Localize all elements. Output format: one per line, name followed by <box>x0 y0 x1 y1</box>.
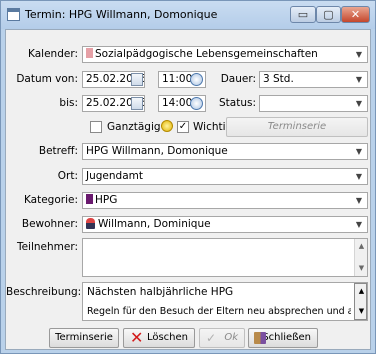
betreff-value: HPG Willmann, Domonique <box>86 145 228 157</box>
kategorie-select[interactable]: HPG ▼ <box>82 192 368 209</box>
kalender-color-swatch <box>86 48 93 58</box>
beschreibung-line-1: Nächsten halbjährliche HPG <box>87 286 234 298</box>
beschreibung-scrollbar[interactable]: ▲ ▼ <box>354 283 367 320</box>
clock-icon[interactable] <box>190 73 203 86</box>
ort-select[interactable]: Jugendamt ▼ <box>82 168 368 185</box>
datum-von-date-field[interactable]: 25.02.2016 <box>82 71 145 88</box>
kalender-value: Sozialpädgogische Lebensgemeinschaften <box>95 48 318 60</box>
priority-icon <box>161 120 173 132</box>
bis-label: bis: <box>59 97 78 109</box>
scroll-down-icon[interactable]: ▼ <box>357 307 366 316</box>
wichtig-checkbox[interactable]: ✓ <box>177 121 189 133</box>
chevron-down-icon[interactable]: ▼ <box>353 48 365 61</box>
teilnehmer-label: Teilnehmer: <box>16 241 78 253</box>
kategorie-label: Kategorie: <box>23 194 78 206</box>
chevron-down-icon[interactable]: ▼ <box>353 194 365 207</box>
beschreibung-field[interactable]: Nächsten halbjährliche HPG Regeln für de… <box>82 282 368 321</box>
datum-von-time-field[interactable]: 11:00 <box>158 71 206 88</box>
bewohner-select[interactable]: Willmann, Dominique ▼ <box>82 216 368 233</box>
calendar-picker-icon[interactable] <box>131 73 143 86</box>
teilnehmer-field[interactable]: ▲ ▼ <box>82 238 368 277</box>
exit-door-icon <box>254 332 266 344</box>
beschreibung-label: Beschreibung: <box>6 286 82 298</box>
chevron-down-icon[interactable]: ▼ <box>353 145 365 158</box>
teilnehmer-scrollbar[interactable]: ▲ ▼ <box>354 239 367 276</box>
ok-button-label: Ok <box>224 332 238 343</box>
close-button-label: Schließen <box>262 332 311 343</box>
ort-value: Jugendamt <box>86 170 143 182</box>
scroll-up-icon[interactable]: ▲ <box>357 242 366 251</box>
ganztaegig-label: Ganztägig <box>107 121 161 133</box>
kalender-select[interactable]: Sozialpädgogische Lebensgemeinschaften ▼ <box>82 46 368 63</box>
form-area: Kalender: Sozialpädgogische Lebensgemein… <box>5 29 371 350</box>
dauer-select[interactable]: 3 Std. ▼ <box>259 71 368 88</box>
dauer-label: Dauer: <box>220 73 256 85</box>
bewohner-label: Bewohner: <box>21 218 78 230</box>
close-window-button[interactable]: ✕ <box>341 6 370 23</box>
status-select[interactable]: ▼ <box>259 95 368 112</box>
scroll-up-icon[interactable]: ▲ <box>357 287 366 296</box>
chevron-down-icon[interactable]: ▼ <box>353 97 365 110</box>
datum-von-time-value: 11:00 <box>162 73 193 85</box>
appointment-window: Termin: HPG Willmann, Domonique ▭ ▢ ✕ Ka… <box>0 0 376 354</box>
datum-von-label: Datum von: <box>16 73 78 85</box>
ganztaegig-checkbox[interactable] <box>90 121 102 133</box>
ort-label: Ort: <box>57 170 78 182</box>
calendar-picker-icon[interactable] <box>131 97 143 110</box>
person-icon <box>86 218 95 229</box>
delete-button[interactable]: ✕ Löschen <box>123 328 195 348</box>
checkmark-icon: ✓ <box>206 331 217 345</box>
calendar-app-icon <box>7 8 20 21</box>
chevron-down-icon[interactable]: ▼ <box>353 73 365 86</box>
bewohner-value: Willmann, Dominique <box>98 218 211 230</box>
beschreibung-line-2: Regeln für den Besuch der Eltern neu abs… <box>87 306 351 317</box>
close-button[interactable]: Schließen <box>248 328 318 348</box>
chevron-down-icon[interactable]: ▼ <box>353 218 365 231</box>
chevron-down-icon[interactable]: ▼ <box>353 170 365 183</box>
window-title: Termin: HPG Willmann, Domonique <box>25 8 218 21</box>
minimize-button[interactable]: ▭ <box>290 6 316 23</box>
kategorie-value: HPG <box>95 194 118 206</box>
betreff-label: Betreff: <box>38 145 78 157</box>
maximize-button[interactable]: ▢ <box>316 6 341 23</box>
bis-time-field[interactable]: 14:00 <box>158 95 206 112</box>
scroll-down-icon[interactable]: ▼ <box>357 264 366 273</box>
terminserie-top-button[interactable]: Terminserie <box>226 117 368 137</box>
delete-button-label: Löschen <box>146 332 188 343</box>
terminserie-button[interactable]: Terminserie <box>49 328 119 348</box>
status-label: Status: <box>219 97 256 109</box>
kalender-label: Kalender: <box>28 48 78 60</box>
bis-date-field[interactable]: 25.02.2016 <box>82 95 145 112</box>
bis-time-value: 14:00 <box>162 97 193 109</box>
dauer-value: 3 Std. <box>263 73 294 85</box>
delete-x-icon: ✕ <box>130 328 144 347</box>
clock-icon[interactable] <box>190 97 203 110</box>
betreff-select[interactable]: HPG Willmann, Domonique ▼ <box>82 143 368 160</box>
title-bar[interactable]: Termin: HPG Willmann, Domonique ▭ ▢ ✕ <box>1 1 375 29</box>
ok-button[interactable]: ✓ Ok <box>199 328 245 348</box>
kategorie-color-swatch <box>86 194 93 204</box>
